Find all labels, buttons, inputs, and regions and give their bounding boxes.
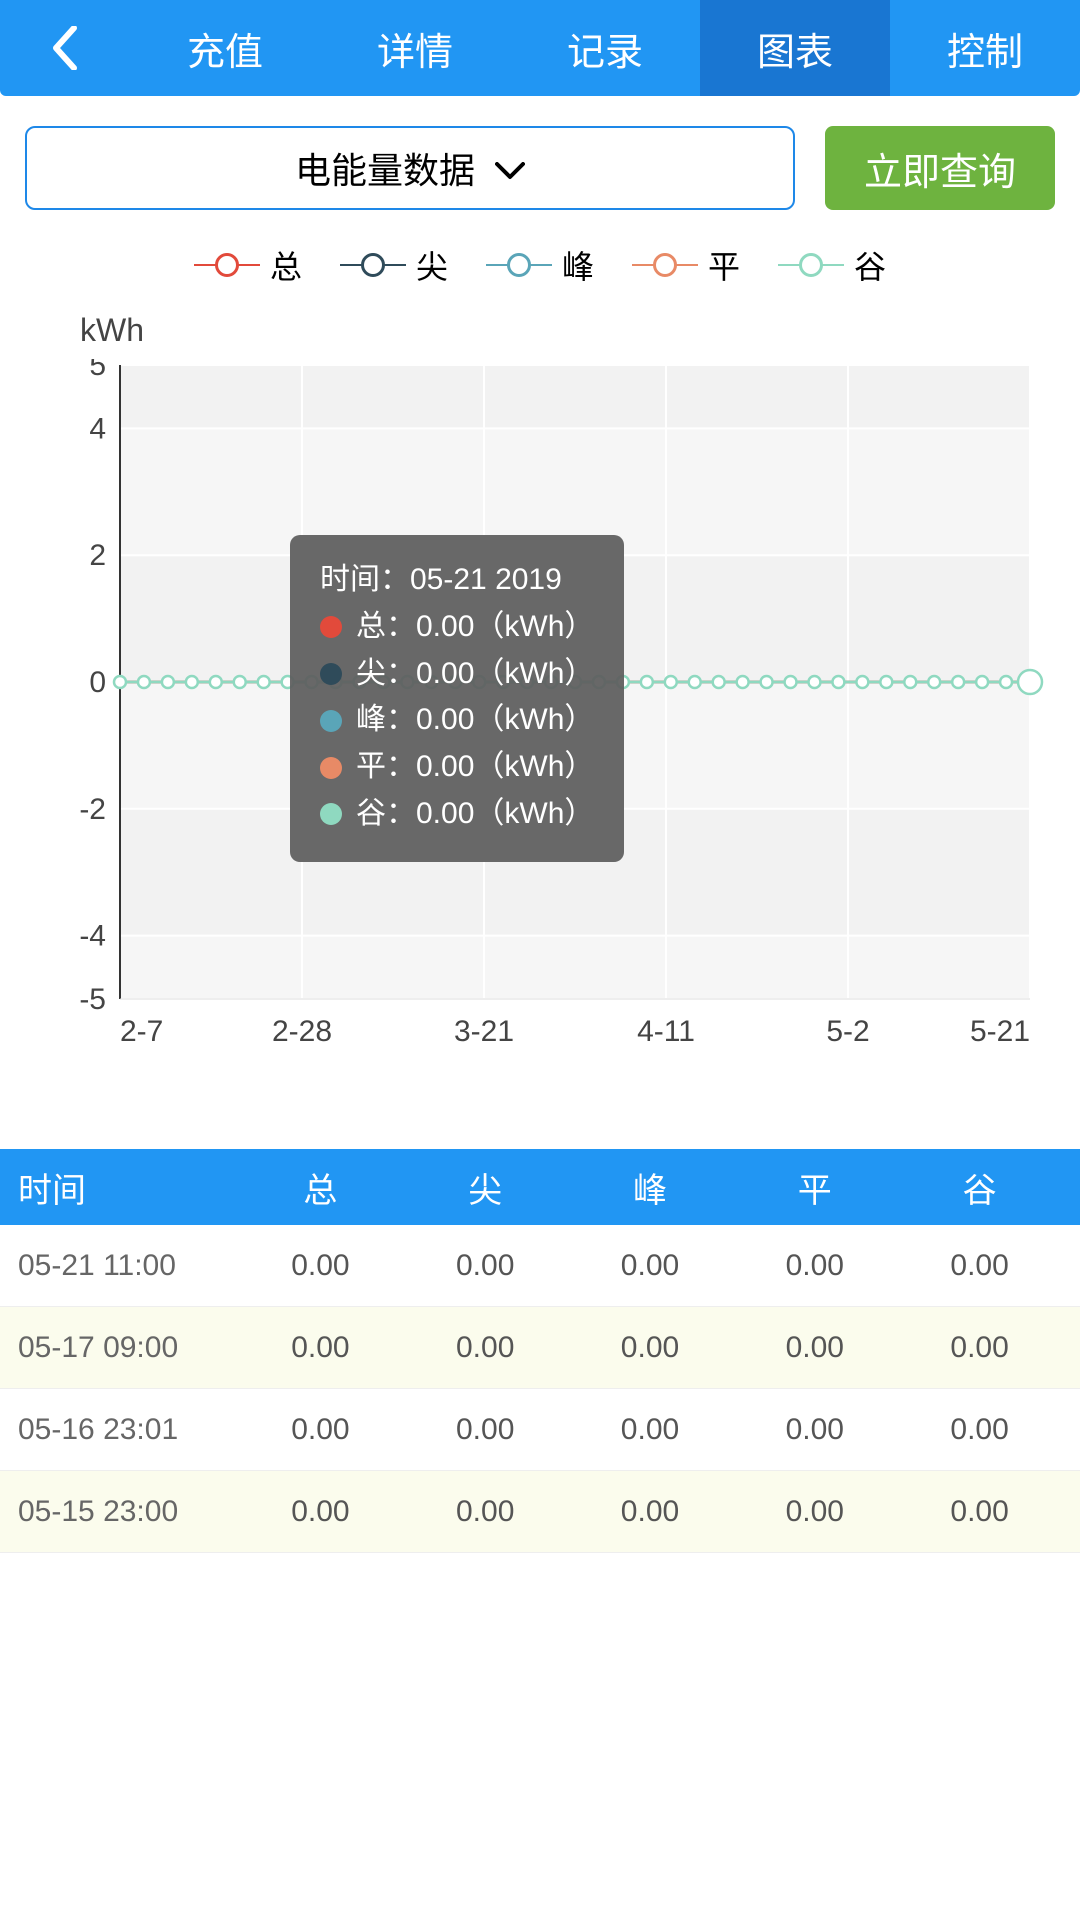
tooltip-row: 尖：0.00（kWh）	[320, 651, 594, 698]
table-row[interactable]: 05-21 11:000.000.000.000.000.00	[0, 1225, 1080, 1307]
table-row[interactable]: 05-17 09:000.000.000.000.000.00	[0, 1307, 1080, 1389]
cell-value: 0.00	[238, 1413, 403, 1447]
svg-text:4: 4	[89, 412, 106, 445]
cell-value: 0.00	[897, 1413, 1062, 1447]
line-chart[interactable]: -5 -4 -2 0 2 4 5 2-7 2-28 3-21 4-11 5-2 5-21 时间：05-2…	[30, 359, 1050, 1059]
cell-value: 0.00	[732, 1495, 897, 1529]
table-header-峰: 峰	[568, 1163, 733, 1212]
svg-text:-2: -2	[79, 793, 106, 826]
legend-marker-icon	[486, 253, 552, 277]
tooltip-row: 峰：0.00（kWh）	[320, 697, 594, 744]
table-row[interactable]: 05-16 23:010.000.000.000.000.00	[0, 1389, 1080, 1471]
svg-text:2: 2	[89, 539, 106, 572]
svg-text:-5: -5	[79, 983, 106, 1016]
legend-item-平[interactable]: 平	[632, 242, 740, 288]
legend-label: 尖	[416, 242, 448, 288]
tab-控制[interactable]: 控制	[890, 0, 1080, 96]
cell-time: 05-21 11:00	[18, 1249, 238, 1283]
table-header-时间: 时间	[18, 1163, 238, 1212]
cell-value: 0.00	[897, 1331, 1062, 1365]
tooltip-dot-icon	[320, 710, 342, 732]
table-header-谷: 谷	[897, 1163, 1062, 1212]
tooltip-row: 谷：0.00（kWh）	[320, 791, 594, 838]
data-type-select[interactable]: 电能量数据	[25, 126, 795, 210]
table-header-尖: 尖	[403, 1163, 568, 1212]
svg-text:2-7: 2-7	[120, 1015, 163, 1048]
cell-value: 0.00	[238, 1331, 403, 1365]
legend-marker-icon	[340, 253, 406, 277]
data-table: 时间总尖峰平谷 05-21 11:000.000.000.000.000.000…	[0, 1149, 1080, 1553]
tooltip-dot-icon	[320, 803, 342, 825]
cell-value: 0.00	[238, 1249, 403, 1283]
cell-value: 0.00	[403, 1331, 568, 1365]
cell-value: 0.00	[732, 1331, 897, 1365]
top-nav: 充值详情记录图表控制	[0, 0, 1080, 96]
y-axis-label: kWh	[80, 312, 1050, 349]
cell-value: 0.00	[897, 1495, 1062, 1529]
cell-value: 0.00	[732, 1249, 897, 1283]
table-row[interactable]: 05-15 23:000.000.000.000.000.00	[0, 1471, 1080, 1553]
tab-bar: 充值详情记录图表控制	[130, 0, 1080, 96]
tab-详情[interactable]: 详情	[320, 0, 510, 96]
tooltip-row: 平：0.00（kWh）	[320, 744, 594, 791]
svg-text:5-2: 5-2	[826, 1015, 869, 1048]
chart-tooltip: 时间：05-21 2019总：0.00（kWh）尖：0.00（kWh）峰：0.0…	[290, 535, 624, 862]
svg-text:5-21: 5-21	[970, 1015, 1030, 1048]
query-button-label: 立即查询	[864, 141, 1016, 196]
cell-value: 0.00	[568, 1331, 733, 1365]
table-header-row: 时间总尖峰平谷	[0, 1149, 1080, 1225]
cell-value: 0.00	[897, 1249, 1062, 1283]
cell-time: 05-15 23:00	[18, 1495, 238, 1529]
svg-text:2-28: 2-28	[272, 1015, 332, 1048]
cell-value: 0.00	[403, 1495, 568, 1529]
cell-value: 0.00	[238, 1495, 403, 1529]
legend-marker-icon	[194, 253, 260, 277]
svg-text:3-21: 3-21	[454, 1015, 514, 1048]
cell-value: 0.00	[568, 1413, 733, 1447]
svg-text:5: 5	[89, 359, 106, 382]
cell-value: 0.00	[568, 1495, 733, 1529]
table-header-总: 总	[238, 1163, 403, 1212]
tab-记录[interactable]: 记录	[510, 0, 700, 96]
cell-time: 05-17 09:00	[18, 1331, 238, 1365]
legend-item-峰[interactable]: 峰	[486, 242, 594, 288]
tooltip-dot-icon	[320, 663, 342, 685]
legend-item-谷[interactable]: 谷	[778, 242, 886, 288]
tooltip-dot-icon	[320, 757, 342, 779]
select-label: 电能量数据	[295, 142, 475, 194]
cell-value: 0.00	[732, 1413, 897, 1447]
tooltip-dot-icon	[320, 616, 342, 638]
back-button[interactable]	[0, 0, 130, 96]
svg-text:4-11: 4-11	[637, 1015, 695, 1048]
tooltip-row: 总：0.00（kWh）	[320, 604, 594, 651]
tab-图表[interactable]: 图表	[700, 0, 890, 96]
chevron-down-icon	[495, 147, 525, 189]
tooltip-title: 时间：05-21 2019	[320, 557, 594, 604]
tab-充值[interactable]: 充值	[130, 0, 320, 96]
svg-text:-4: -4	[79, 920, 106, 953]
table-header-平: 平	[732, 1163, 897, 1212]
legend-item-尖[interactable]: 尖	[340, 242, 448, 288]
cell-time: 05-16 23:01	[18, 1413, 238, 1447]
chart-container: kWh -5 -4 -2 0 2 4 5 2-7 2-28 3-21 4-11 5-2 5-21 时间：…	[0, 292, 1080, 1089]
cell-value: 0.00	[403, 1413, 568, 1447]
cell-value: 0.00	[568, 1249, 733, 1283]
query-row: 电能量数据 立即查询	[0, 96, 1080, 230]
cell-value: 0.00	[403, 1249, 568, 1283]
chart-legend: 总 尖 峰 平 谷	[0, 230, 1080, 292]
legend-label: 总	[270, 242, 302, 288]
legend-marker-icon	[632, 253, 698, 277]
legend-label: 谷	[854, 242, 886, 288]
svg-text:0: 0	[89, 666, 106, 699]
legend-label: 峰	[562, 242, 594, 288]
legend-label: 平	[708, 242, 740, 288]
query-button[interactable]: 立即查询	[825, 126, 1055, 210]
legend-marker-icon	[778, 253, 844, 277]
legend-item-总[interactable]: 总	[194, 242, 302, 288]
